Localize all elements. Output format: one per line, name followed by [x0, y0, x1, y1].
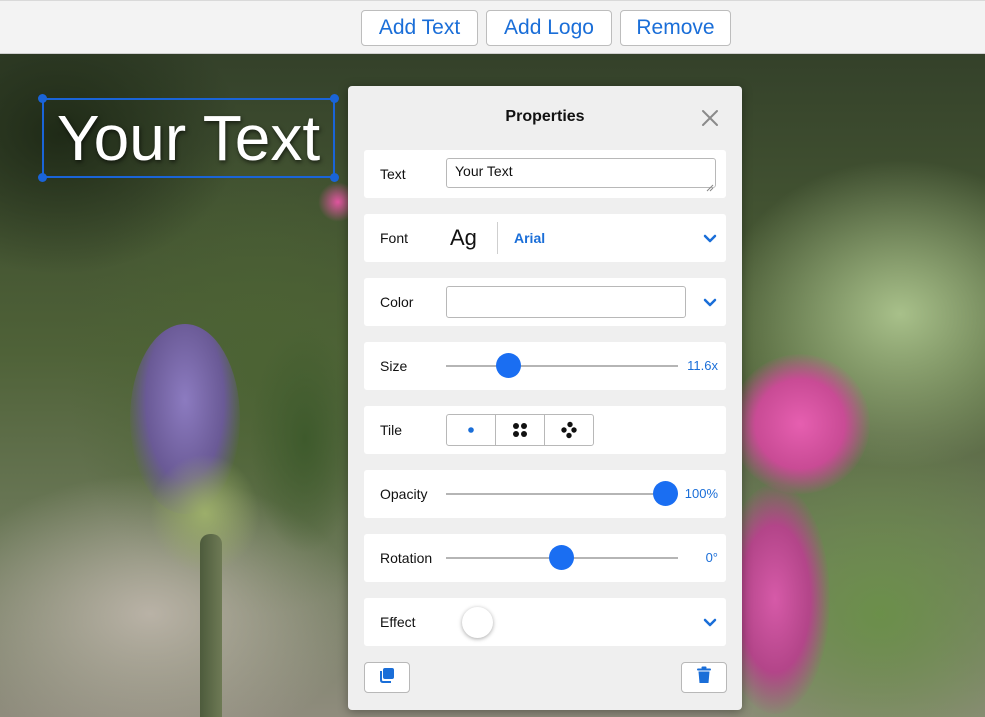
tile-row: Tile — [364, 406, 726, 454]
resize-handle-top-right[interactable] — [330, 94, 339, 103]
opacity-slider-thumb[interactable] — [653, 481, 678, 506]
font-row: Font Ag Arial — [364, 214, 726, 262]
opacity-row: Opacity 100% — [364, 470, 726, 518]
text-overlay-selection[interactable]: Your Text — [38, 94, 339, 182]
resize-grip-icon[interactable] — [706, 179, 714, 197]
rotation-slider-thumb[interactable] — [549, 545, 574, 570]
size-slider-thumb[interactable] — [496, 353, 521, 378]
chevron-down-icon[interactable] — [702, 614, 718, 630]
text-overlay: Your Text — [56, 102, 321, 174]
rotation-value: 0° — [705, 550, 718, 565]
rotation-label: Rotation — [380, 550, 433, 566]
font-label: Font — [380, 230, 409, 246]
remove-button[interactable]: Remove — [620, 10, 731, 46]
effect-label: Effect — [380, 614, 416, 630]
color-row: Color — [364, 278, 726, 326]
tile-grid-option[interactable] — [496, 415, 545, 445]
opacity-slider-track[interactable] — [446, 493, 678, 495]
duplicate-button[interactable] — [364, 662, 410, 693]
panel-title: Properties — [505, 108, 585, 125]
text-label: Text — [380, 166, 406, 182]
rotation-row: Rotation 0° — [364, 534, 726, 582]
tile-single-option[interactable] — [447, 415, 496, 445]
add-logo-button[interactable]: Add Logo — [486, 10, 612, 46]
opacity-value: 100% — [684, 486, 718, 501]
font-preview: Ag — [450, 225, 477, 250]
trash-icon — [696, 666, 712, 689]
size-value: 11.6x — [687, 358, 718, 373]
resize-handle-top-left[interactable] — [38, 94, 47, 103]
size-row: Size 11.6x — [364, 342, 726, 390]
resize-handle-bottom-left[interactable] — [38, 173, 47, 182]
chevron-down-icon[interactable] — [702, 294, 718, 310]
text-field[interactable]: Your Text — [446, 158, 716, 188]
effect-toggle[interactable] — [462, 607, 493, 638]
tile-scatter-option[interactable] — [545, 415, 593, 445]
size-slider-track[interactable] — [446, 365, 678, 367]
effect-row: Effect — [364, 598, 726, 646]
duplicate-icon — [378, 666, 396, 689]
tile-segmented-control — [446, 414, 594, 446]
toolbar: Add Text Add Logo Remove — [0, 0, 985, 54]
opacity-label: Opacity — [380, 486, 428, 502]
color-label: Color — [380, 294, 414, 310]
close-icon[interactable] — [698, 106, 722, 130]
chevron-down-icon[interactable] — [702, 230, 718, 246]
tile-label: Tile — [380, 422, 403, 438]
size-label: Size — [380, 358, 408, 374]
font-divider — [497, 222, 498, 254]
resize-handle-bottom-right[interactable] — [330, 173, 339, 182]
delete-button[interactable] — [681, 662, 727, 693]
properties-panel: Properties Text Your Text Font Ag Arial … — [348, 86, 742, 710]
font-select[interactable]: Arial — [514, 214, 545, 262]
add-text-button[interactable]: Add Text — [361, 10, 478, 46]
text-row: Text Your Text — [364, 150, 726, 198]
color-swatch[interactable] — [446, 286, 686, 318]
